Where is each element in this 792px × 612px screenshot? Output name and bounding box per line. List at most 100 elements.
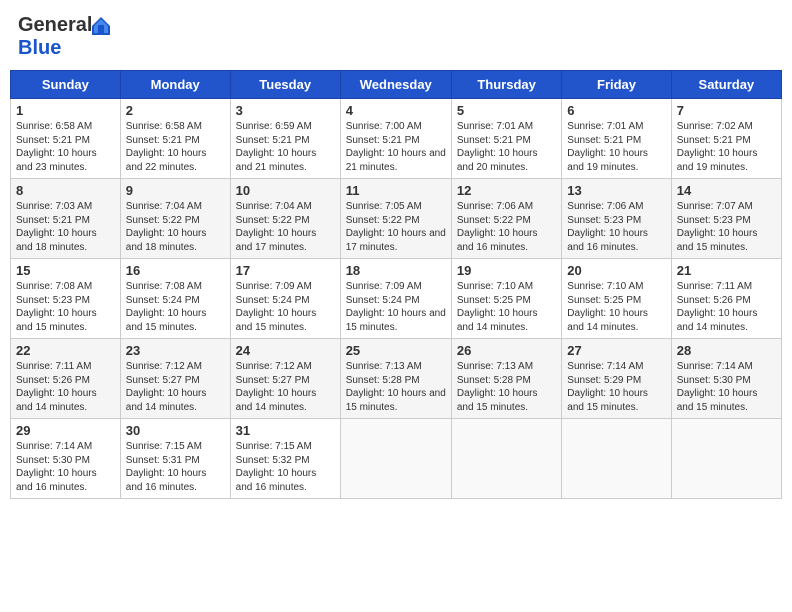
daylight-label: Daylight: 10 hours and 18 minutes. xyxy=(16,228,97,253)
daylight-label: Daylight: 10 hours and 14 minutes. xyxy=(126,388,207,413)
sunrise-label: Sunrise: 7:05 AM xyxy=(346,201,422,212)
calendar-cell: 15 Sunrise: 7:08 AM Sunset: 5:23 PM Dayl… xyxy=(11,259,121,339)
logo: General Blue xyxy=(18,14,110,60)
sunset-label: Sunset: 5:24 PM xyxy=(236,295,310,306)
day-info: Sunrise: 7:05 AM Sunset: 5:22 PM Dayligh… xyxy=(346,200,446,254)
calendar-cell: 26 Sunrise: 7:13 AM Sunset: 5:28 PM Dayl… xyxy=(451,339,561,419)
daylight-label: Daylight: 10 hours and 15 minutes. xyxy=(567,388,648,413)
day-info: Sunrise: 7:04 AM Sunset: 5:22 PM Dayligh… xyxy=(236,200,335,254)
calendar-cell: 1 Sunrise: 6:58 AM Sunset: 5:21 PM Dayli… xyxy=(11,99,121,179)
sunset-label: Sunset: 5:24 PM xyxy=(126,295,200,306)
day-info: Sunrise: 7:13 AM Sunset: 5:28 PM Dayligh… xyxy=(457,360,556,414)
day-number: 27 xyxy=(567,343,665,358)
sunrise-label: Sunrise: 7:10 AM xyxy=(457,281,533,292)
day-info: Sunrise: 7:01 AM Sunset: 5:21 PM Dayligh… xyxy=(567,120,665,174)
day-number: 13 xyxy=(567,183,665,198)
day-info: Sunrise: 6:59 AM Sunset: 5:21 PM Dayligh… xyxy=(236,120,335,174)
weekday-header: Sunday xyxy=(11,71,121,99)
daylight-label: Daylight: 10 hours and 20 minutes. xyxy=(457,148,538,173)
daylight-label: Daylight: 10 hours and 15 minutes. xyxy=(346,388,446,413)
day-info: Sunrise: 7:15 AM Sunset: 5:31 PM Dayligh… xyxy=(126,440,225,494)
day-info: Sunrise: 7:10 AM Sunset: 5:25 PM Dayligh… xyxy=(567,280,665,334)
sunset-label: Sunset: 5:22 PM xyxy=(236,215,310,226)
day-number: 31 xyxy=(236,423,335,438)
day-info: Sunrise: 7:14 AM Sunset: 5:30 PM Dayligh… xyxy=(16,440,115,494)
daylight-label: Daylight: 10 hours and 15 minutes. xyxy=(16,308,97,333)
sunset-label: Sunset: 5:21 PM xyxy=(236,135,310,146)
day-number: 30 xyxy=(126,423,225,438)
sunrise-label: Sunrise: 7:03 AM xyxy=(16,201,92,212)
sunrise-label: Sunrise: 7:00 AM xyxy=(346,121,422,132)
sunset-label: Sunset: 5:22 PM xyxy=(126,215,200,226)
day-number: 17 xyxy=(236,263,335,278)
calendar-cell: 3 Sunrise: 6:59 AM Sunset: 5:21 PM Dayli… xyxy=(230,99,340,179)
day-number: 28 xyxy=(677,343,776,358)
day-info: Sunrise: 6:58 AM Sunset: 5:21 PM Dayligh… xyxy=(16,120,115,174)
weekday-header: Monday xyxy=(120,71,230,99)
day-number: 5 xyxy=(457,103,556,118)
day-number: 20 xyxy=(567,263,665,278)
sunrise-label: Sunrise: 7:14 AM xyxy=(677,361,753,372)
weekday-header: Friday xyxy=(562,71,671,99)
calendar-cell xyxy=(340,419,451,499)
sunrise-label: Sunrise: 7:06 AM xyxy=(457,201,533,212)
day-info: Sunrise: 7:06 AM Sunset: 5:23 PM Dayligh… xyxy=(567,200,665,254)
logo-blue: Blue xyxy=(18,37,61,60)
day-info: Sunrise: 7:04 AM Sunset: 5:22 PM Dayligh… xyxy=(126,200,225,254)
sunset-label: Sunset: 5:23 PM xyxy=(677,215,751,226)
daylight-label: Daylight: 10 hours and 19 minutes. xyxy=(567,148,648,173)
day-number: 11 xyxy=(346,183,446,198)
weekday-header: Tuesday xyxy=(230,71,340,99)
sunrise-label: Sunrise: 7:10 AM xyxy=(567,281,643,292)
calendar-cell: 27 Sunrise: 7:14 AM Sunset: 5:29 PM Dayl… xyxy=(562,339,671,419)
calendar-cell: 10 Sunrise: 7:04 AM Sunset: 5:22 PM Dayl… xyxy=(230,179,340,259)
day-number: 12 xyxy=(457,183,556,198)
calendar-cell: 11 Sunrise: 7:05 AM Sunset: 5:22 PM Dayl… xyxy=(340,179,451,259)
sunrise-label: Sunrise: 7:08 AM xyxy=(126,281,202,292)
calendar-week-row: 29 Sunrise: 7:14 AM Sunset: 5:30 PM Dayl… xyxy=(11,419,782,499)
day-info: Sunrise: 7:08 AM Sunset: 5:23 PM Dayligh… xyxy=(16,280,115,334)
sunrise-label: Sunrise: 7:04 AM xyxy=(126,201,202,212)
sunset-label: Sunset: 5:22 PM xyxy=(457,215,531,226)
calendar-cell: 5 Sunrise: 7:01 AM Sunset: 5:21 PM Dayli… xyxy=(451,99,561,179)
calendar-cell: 6 Sunrise: 7:01 AM Sunset: 5:21 PM Dayli… xyxy=(562,99,671,179)
daylight-label: Daylight: 10 hours and 15 minutes. xyxy=(346,308,446,333)
sunset-label: Sunset: 5:21 PM xyxy=(16,215,90,226)
calendar-table: SundayMondayTuesdayWednesdayThursdayFrid… xyxy=(10,70,782,499)
sunrise-label: Sunrise: 7:09 AM xyxy=(236,281,312,292)
day-info: Sunrise: 7:01 AM Sunset: 5:21 PM Dayligh… xyxy=(457,120,556,174)
logo-general: General xyxy=(18,14,92,37)
daylight-label: Daylight: 10 hours and 16 minutes. xyxy=(126,468,207,493)
sunrise-label: Sunrise: 6:58 AM xyxy=(126,121,202,132)
day-number: 25 xyxy=(346,343,446,358)
day-info: Sunrise: 7:02 AM Sunset: 5:21 PM Dayligh… xyxy=(677,120,776,174)
sunset-label: Sunset: 5:21 PM xyxy=(457,135,531,146)
calendar-cell: 13 Sunrise: 7:06 AM Sunset: 5:23 PM Dayl… xyxy=(562,179,671,259)
sunset-label: Sunset: 5:26 PM xyxy=(16,375,90,386)
sunset-label: Sunset: 5:23 PM xyxy=(16,295,90,306)
day-number: 6 xyxy=(567,103,665,118)
daylight-label: Daylight: 10 hours and 23 minutes. xyxy=(16,148,97,173)
day-info: Sunrise: 7:10 AM Sunset: 5:25 PM Dayligh… xyxy=(457,280,556,334)
day-info: Sunrise: 7:14 AM Sunset: 5:29 PM Dayligh… xyxy=(567,360,665,414)
sunset-label: Sunset: 5:28 PM xyxy=(457,375,531,386)
sunset-label: Sunset: 5:30 PM xyxy=(16,455,90,466)
day-number: 2 xyxy=(126,103,225,118)
weekday-header: Wednesday xyxy=(340,71,451,99)
sunrise-label: Sunrise: 7:15 AM xyxy=(126,441,202,452)
day-number: 29 xyxy=(16,423,115,438)
calendar-cell: 31 Sunrise: 7:15 AM Sunset: 5:32 PM Dayl… xyxy=(230,419,340,499)
calendar-cell: 18 Sunrise: 7:09 AM Sunset: 5:24 PM Dayl… xyxy=(340,259,451,339)
sunset-label: Sunset: 5:29 PM xyxy=(567,375,641,386)
day-number: 23 xyxy=(126,343,225,358)
day-info: Sunrise: 7:13 AM Sunset: 5:28 PM Dayligh… xyxy=(346,360,446,414)
sunrise-label: Sunrise: 7:11 AM xyxy=(677,281,752,292)
daylight-label: Daylight: 10 hours and 17 minutes. xyxy=(346,228,446,253)
sunrise-label: Sunrise: 6:58 AM xyxy=(16,121,92,132)
calendar-cell xyxy=(671,419,781,499)
sunset-label: Sunset: 5:21 PM xyxy=(346,135,420,146)
daylight-label: Daylight: 10 hours and 19 minutes. xyxy=(677,148,758,173)
sunrise-label: Sunrise: 7:12 AM xyxy=(236,361,312,372)
calendar-cell: 20 Sunrise: 7:10 AM Sunset: 5:25 PM Dayl… xyxy=(562,259,671,339)
calendar-cell: 4 Sunrise: 7:00 AM Sunset: 5:21 PM Dayli… xyxy=(340,99,451,179)
